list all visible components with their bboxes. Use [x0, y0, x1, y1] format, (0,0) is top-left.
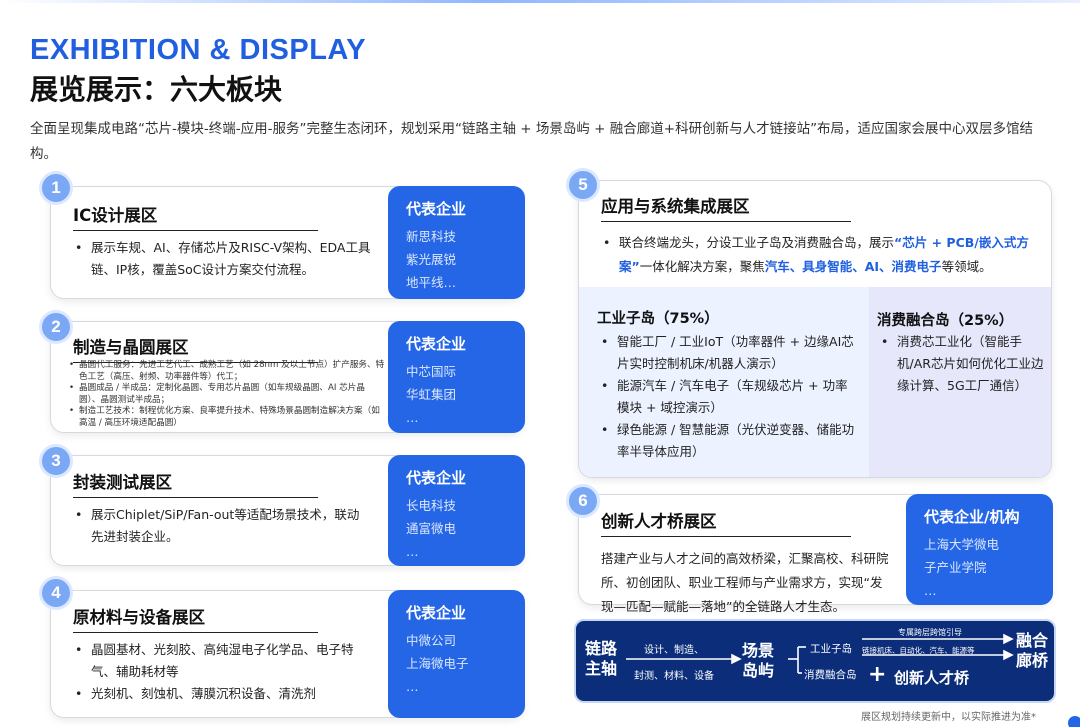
zone-title: 应用与系统集成展区	[601, 193, 851, 222]
company-item: 上海微电子	[406, 656, 469, 671]
zone-number-badge: 1	[39, 171, 73, 205]
intro-paragraph: 全面呈现集成电路“芯片-模块-终端-应用-服务”完整生态闭环，规划采用“链路主轴…	[30, 121, 1034, 162]
consumer-island-section: 消费融合岛（25%） 消费芯工业化（智能手机/AR芯片如何优化工业边缘计算、5G…	[869, 287, 1051, 477]
zone-item-list: 展示Chiplet/SiP/Fan-out等适配场景技术，联动先进封装企业。	[71, 504, 371, 548]
zone-description: 联合终端龙头，分设工业子岛及消费融合岛，展示“芯片 + PCB/嵌入式方案”一体…	[599, 231, 1039, 279]
zone-number-badge: 3	[39, 444, 73, 478]
list-item: 消费芯工业化（智能手机/AR芯片如何优化工业边缘计算、5G工厂通信）	[877, 331, 1045, 397]
side-title: 代表企业	[406, 469, 467, 487]
representative-companies: 代表企业/机构 上海大学微电 子产业学院 …	[906, 494, 1053, 605]
zone-panel-manufacturing: 制造与晶圆展区 晶圆代工服务：先进工艺代工、成熟工艺（如 28nm 及以上节点）…	[50, 321, 525, 433]
section-title: 工业子岛（75%）	[597, 311, 719, 327]
company-item: 通富微电	[406, 521, 457, 536]
side-title: 代表企业/机构	[924, 508, 1020, 526]
representative-companies: 代表企业 中芯国际 华虹集团 …	[388, 321, 525, 433]
company-item: …	[406, 679, 419, 694]
zone-item-list: 晶圆代工服务：先进工艺代工、成熟工艺（如 28nm 及以上节点）扩产服务、特色工…	[67, 360, 385, 429]
zone-number-badge: 6	[566, 484, 600, 518]
company-item: 上海大学微电	[924, 537, 1000, 552]
company-item: …	[406, 410, 419, 425]
zone-panel-application-integration: 应用与系统集成展区 联合终端龙头，分设工业子岛及消费融合岛，展示“芯片 + PC…	[578, 180, 1052, 478]
zone-number-badge: 4	[39, 576, 73, 610]
footnote: 展区规划持续更新中，以实际推进为准*	[861, 712, 1036, 723]
list-item: 展示Chiplet/SiP/Fan-out等适配场景技术，联动先进封装企业。	[71, 504, 371, 548]
list-item: 晶圆代工服务：先进工艺代工、成熟工艺（如 28nm 及以上节点）扩产服务、特色工…	[67, 360, 385, 383]
highlight-fields: 汽车、具身智能、AI、消费电子	[764, 259, 942, 274]
layout-diagram: 链路 主轴 设计、制造、 封测、材料、设备 场景 岛屿 工业子岛 消费融合岛 专属跨…	[574, 619, 1056, 703]
section-item-list: 消费芯工业化（智能手机/AR芯片如何优化工业边缘计算、5G工厂通信）	[877, 331, 1045, 397]
section-item-list: 智能工厂 / 工业IoT（功率器件 + 边缘AI芯片实时控制机床/机器人演示） …	[597, 331, 855, 463]
company-item: …	[924, 583, 937, 598]
company-item: …	[406, 544, 419, 559]
zone-title: 封装测试展区	[73, 469, 318, 498]
list-item: 展示车规、AI、存储芯片及RISC-V架构、EDA工具链、IP核，覆盖SoC设计…	[71, 237, 371, 281]
company-item: 子产业学院	[924, 560, 987, 575]
representative-companies: 代表企业 长电科技 通富微电 …	[388, 455, 525, 566]
list-item: 能源汽车 / 汽车电子（车规级芯片 + 功率模块 + 域控演示）	[597, 375, 855, 419]
zone-panel-materials-equipment: 原材料与设备展区 晶圆基材、光刻胶、高纯湿电子化学品、电子特气、辅助耗材等 光刻…	[50, 590, 525, 718]
zone-item-list: 展示车规、AI、存储芯片及RISC-V架构、EDA工具链、IP核，覆盖SoC设计…	[71, 237, 371, 281]
top-accent-line	[0, 0, 1080, 3]
list-item: 晶圆成品 / 半成品：定制化晶圆、专用芯片晶圆（如车规级晶圆、AI 芯片晶圆）、…	[67, 383, 385, 406]
corner-dot	[1068, 716, 1080, 727]
zone-description: 搭建产业与人才之间的高效桥梁，汇聚高校、科研院所、初创团队、职业工程师与产业需求…	[601, 551, 889, 614]
section-title: 消费融合岛（25%）	[877, 313, 1014, 329]
side-title: 代表企业	[406, 604, 467, 622]
list-item: 晶圆基材、光刻胶、高纯湿电子化学品、电子特气、辅助耗材等	[71, 639, 371, 683]
zone-title: 创新人才桥展区	[601, 508, 851, 537]
list-item: 光刻机、刻蚀机、薄膜沉积设备、清洗剂	[71, 683, 371, 705]
company-item: 中芯国际	[406, 364, 457, 379]
zone-panel-talent-bridge: 创新人才桥展区 搭建产业与人才之间的高效桥梁，汇聚高校、科研院所、初创团队、职业…	[578, 494, 1053, 614]
side-title: 代表企业	[406, 200, 467, 218]
company-item: 长电科技	[406, 498, 457, 513]
side-title: 代表企业	[406, 335, 467, 353]
company-item: 地平线…	[406, 275, 457, 290]
company-item: 紫光展锐	[406, 252, 457, 267]
zone-title: 制造与晶圆展区	[73, 334, 318, 363]
company-item: 华虹集团	[406, 387, 457, 402]
company-item: 中微公司	[406, 633, 457, 648]
page-title-en: EXHIBITION & DISPLAY	[30, 34, 367, 66]
list-item: 智能工厂 / 工业IoT（功率器件 + 边缘AI芯片实时控制机床/机器人演示）	[597, 331, 855, 375]
list-item: 绿色能源 / 智慧能源（光伏逆变器、储能功率半导体应用）	[597, 419, 855, 463]
zone-title: 原材料与设备展区	[73, 604, 318, 633]
representative-companies: 代表企业 中微公司 上海微电子 …	[388, 590, 525, 718]
zone-number-badge: 5	[566, 168, 600, 202]
zone-number-badge: 2	[39, 310, 73, 344]
zone-panel-ic-design: IC设计展区 展示车规、AI、存储芯片及RISC-V架构、EDA工具链、IP核，…	[50, 186, 525, 299]
zone-title: IC设计展区	[73, 202, 318, 231]
zone-item-list: 晶圆基材、光刻胶、高纯湿电子化学品、电子特气、辅助耗材等 光刻机、刻蚀机、薄膜沉…	[71, 639, 371, 705]
list-item: 制造工艺技术：制程优化方案、良率提升技术、特殊场景晶圆制造解决方案（如高温 / …	[67, 406, 385, 429]
representative-companies: 代表企业 新思科技 紫光展锐 地平线…	[388, 186, 525, 299]
industrial-island-section: 工业子岛（75%） 智能工厂 / 工业IoT（功率器件 + 边缘AI芯片实时控制…	[579, 287, 869, 477]
zone-panel-packaging-test: 封装测试展区 展示Chiplet/SiP/Fan-out等适配场景技术，联动先进…	[50, 455, 525, 566]
diagram-arrows	[626, 633, 1014, 674]
page-title-cn: 展览展示：六大板块	[30, 73, 283, 106]
company-item: 新思科技	[406, 229, 457, 244]
